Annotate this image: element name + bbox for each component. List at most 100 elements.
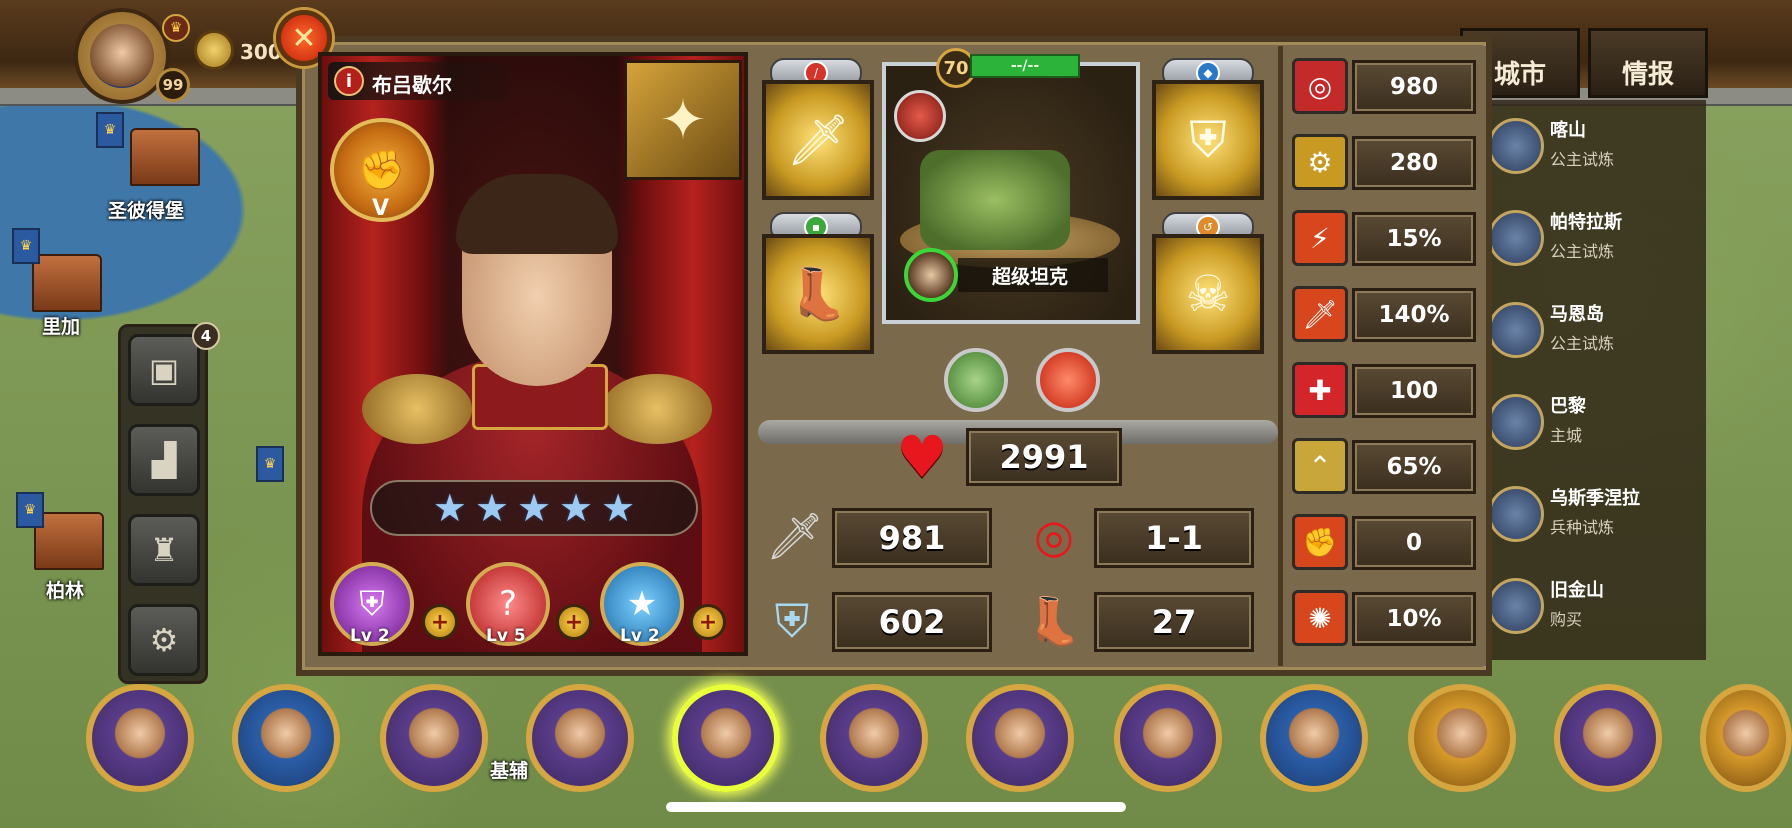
equip-shield-slot[interactable]: ⛨ xyxy=(1152,80,1264,200)
city-list-item[interactable]: 旧金山 购买 xyxy=(1488,568,1706,650)
hp-value: 2991 xyxy=(966,428,1122,486)
star-icon: ★ xyxy=(516,486,552,530)
upgrade-skill-button[interactable]: + xyxy=(556,604,592,640)
hero-rank: V xyxy=(372,196,390,221)
defense-value: 602 xyxy=(832,592,992,652)
roster-hero-slot[interactable] xyxy=(1114,684,1222,792)
upgrade-skill-button[interactable]: + xyxy=(422,604,458,640)
stat-value: 140% xyxy=(1352,288,1476,342)
city-st-petersburg-icon[interactable] xyxy=(130,128,200,186)
tank-type-icon[interactable] xyxy=(944,348,1008,412)
city-subtitle: 购买 xyxy=(1550,610,1583,629)
roster-hero-slot-selected[interactable] xyxy=(672,684,780,792)
epaulet-left xyxy=(362,374,472,444)
roster-hero-slot[interactable] xyxy=(232,684,340,792)
skill-level: Lv 2 xyxy=(350,626,390,646)
speed-value: 27 xyxy=(1094,592,1254,652)
city-emblem-icon xyxy=(1488,578,1544,634)
star-icon: ★ xyxy=(601,486,636,530)
crown-flag-icon: ♛ xyxy=(96,112,124,148)
vip-crown-icon: ♛ xyxy=(162,14,190,42)
map-label-kiev[interactable]: 基辅 xyxy=(490,756,528,783)
info-icon[interactable]: i xyxy=(334,66,364,96)
stat-value: 10% xyxy=(1352,592,1476,646)
gold-amount: 300 xyxy=(240,40,282,64)
roster-hero-slot[interactable] xyxy=(1700,684,1792,792)
city-list-item[interactable]: 巴黎 主城 xyxy=(1488,384,1706,466)
upgrade-skill-button[interactable]: + xyxy=(690,604,726,640)
hand-ability-icon[interactable] xyxy=(1036,348,1100,412)
roster-hero-slot[interactable] xyxy=(526,684,634,792)
trophy-button[interactable]: ♜ xyxy=(128,514,200,586)
city-list-item[interactable]: 乌斯季涅拉 兵种试炼 xyxy=(1488,476,1706,558)
epaulet-right xyxy=(602,374,712,444)
player-avatar[interactable] xyxy=(74,8,170,104)
tank-icon xyxy=(920,150,1070,250)
range-value: 1-1 xyxy=(1094,508,1254,568)
heart-icon: ♥ xyxy=(896,423,948,491)
city-berlin-icon[interactable] xyxy=(34,512,104,570)
stat-value: 980 xyxy=(1352,60,1476,114)
equip-weapon-slot[interactable]: 🗡 xyxy=(762,80,874,200)
home-indicator[interactable] xyxy=(666,802,1126,812)
city-emblem-icon xyxy=(1488,210,1544,266)
hero-name: 布吕歇尔 xyxy=(372,73,452,97)
city-subtitle: 主城 xyxy=(1550,426,1583,445)
city-emblem-icon xyxy=(1488,118,1544,174)
helmet-icon[interactable] xyxy=(894,90,946,142)
crown-flag-icon: ♛ xyxy=(16,492,44,528)
sword-fire-icon: 🗡 xyxy=(1292,286,1348,342)
medical-cross-icon: ✚ xyxy=(1292,362,1348,418)
settings-gear-button[interactable]: ⚙ xyxy=(128,604,200,676)
map-label-st-petersburg[interactable]: 圣彼得堡 xyxy=(108,196,184,223)
stat-value: 65% xyxy=(1352,440,1476,494)
roster-hero-slot[interactable] xyxy=(86,684,194,792)
roster-hero-slot[interactable] xyxy=(1260,684,1368,792)
tab-city-label: 城市 xyxy=(1493,60,1546,90)
lightning-icon: ⚡ xyxy=(1292,210,1348,266)
city-name: 乌斯季涅拉 xyxy=(1550,488,1640,509)
crown-flag-icon: ♛ xyxy=(12,228,40,264)
city-subtitle: 公主试炼 xyxy=(1550,150,1615,169)
city-subtitle: 公主试炼 xyxy=(1550,334,1615,353)
fist-icon: ✊ xyxy=(1292,514,1348,570)
city-name: 马恩岛 xyxy=(1550,304,1604,325)
tab-intel[interactable]: 情报 xyxy=(1588,28,1708,98)
tab-intel-label: 情报 xyxy=(1621,60,1674,90)
equip-boots-slot[interactable]: 👢 xyxy=(762,234,874,354)
player-level-badge: 99 xyxy=(156,68,190,102)
roster-hero-slot[interactable] xyxy=(966,684,1074,792)
city-emblem-icon xyxy=(1488,486,1544,542)
city-riga-icon[interactable] xyxy=(32,254,102,312)
unit-commander-avatar xyxy=(904,248,958,302)
gear-arm-icon: ⚙ xyxy=(1292,134,1348,190)
city-emblem-icon xyxy=(1488,302,1544,358)
roster-hero-slot[interactable] xyxy=(380,684,488,792)
ranking-podium-button[interactable]: ▟ xyxy=(128,424,200,496)
equip-accessory-slot[interactable]: ☠ xyxy=(1152,234,1264,354)
hero-hair xyxy=(456,174,618,254)
notification-badge: 4 xyxy=(192,322,220,350)
roster-hero-slot[interactable] xyxy=(820,684,928,792)
city-list-item[interactable]: 帕特拉斯 公主试炼 xyxy=(1488,200,1706,282)
map-label-berlin[interactable]: 柏林 xyxy=(46,576,84,603)
roster-hero-slot[interactable] xyxy=(1554,684,1662,792)
video-replay-button[interactable]: ▣ xyxy=(128,334,200,406)
shield-icon: ⛨ xyxy=(774,594,810,648)
rank-chevron-icon: ⌃ xyxy=(1292,438,1348,494)
gold-coin-icon xyxy=(194,30,234,70)
city-subtitle: 兵种试炼 xyxy=(1550,518,1615,537)
unit-name: 超级坦克 xyxy=(992,266,1069,288)
map-label-riga[interactable]: 里加 xyxy=(42,312,80,339)
city-list-item[interactable]: 马恩岛 公主试炼 xyxy=(1488,292,1706,374)
figure-burst-icon: ✺ xyxy=(1292,590,1348,646)
lips-icon: ? xyxy=(498,584,518,624)
roster-hero-slot[interactable] xyxy=(1408,684,1516,792)
boots-icon: 👢 xyxy=(786,264,850,323)
target-icon: ◎ xyxy=(1292,58,1348,114)
city-list-item[interactable]: 喀山 公主试炼 xyxy=(1488,108,1706,190)
skill-level: Lv 2 xyxy=(620,626,660,646)
city-name: 巴黎 xyxy=(1550,396,1586,417)
target-icon: ◎ xyxy=(1033,509,1075,563)
military-insignia-icon[interactable]: ✦ xyxy=(624,60,742,180)
